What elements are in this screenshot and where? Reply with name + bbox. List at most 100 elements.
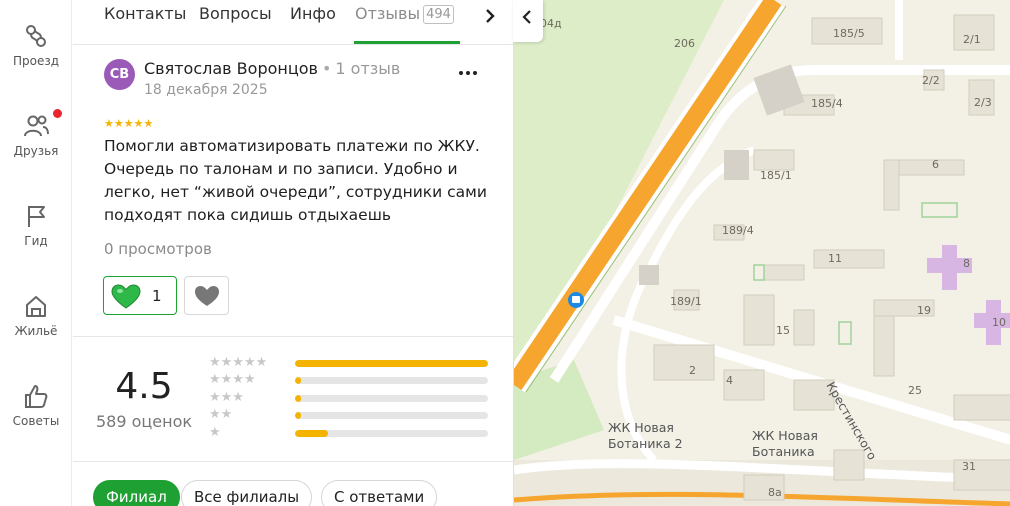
star-icons: ★★★★ — [209, 372, 256, 387]
rail-item-tips[interactable]: Советы — [0, 382, 72, 428]
filter-all-branches-chip[interactable]: Все филиалы — [181, 480, 313, 506]
rail-label: Жильё — [14, 324, 58, 338]
star-icon: ★ — [123, 117, 134, 130]
map-poi-label: ЖК Новая — [752, 428, 818, 443]
like-button[interactable]: 1 — [103, 276, 177, 315]
rating-bar — [295, 412, 488, 419]
rail-item-route[interactable]: Проезд — [0, 22, 72, 68]
map-label: 10 — [992, 316, 1006, 329]
star-icon: ★ — [104, 117, 114, 130]
map-label: 2/1 — [963, 33, 981, 46]
tab-info[interactable]: Инфо — [290, 4, 336, 44]
tab-reviews[interactable]: Отзывы 494 — [355, 4, 454, 44]
rating-bar — [295, 430, 488, 437]
filter-with-answers-chip[interactable]: С ответами — [321, 480, 438, 506]
rail-item-housing[interactable]: Жильё — [0, 292, 72, 338]
review-text: Помогли автоматизировать платежи по ЖКУ.… — [104, 137, 487, 224]
tab-contacts[interactable]: Контакты — [104, 4, 186, 44]
thumbs-up-icon — [25, 385, 48, 408]
review-author[interactable]: Святослав Воронцов • 1 отзыв — [144, 59, 400, 78]
divider — [73, 336, 513, 337]
divider — [73, 461, 513, 462]
rating-bar-fill — [295, 360, 488, 367]
rail-label: Друзья — [13, 144, 59, 158]
heart-icon — [195, 286, 219, 306]
map-label: 2 — [689, 364, 696, 377]
filter-branch-chip[interactable]: Филиал — [93, 480, 180, 506]
rating-value: 4.5 — [115, 366, 173, 407]
tab-bar: Контакты Вопросы Инфо Отзывы 494 — [73, 0, 513, 44]
rating-bar-fill — [295, 430, 328, 437]
avatar[interactable]: СВ — [104, 59, 135, 90]
rating-distribution-row: ★★★★ — [209, 372, 509, 388]
tab-questions[interactable]: Вопросы — [199, 4, 272, 44]
map[interactable]: 185/5 2/1 2/2 2/3 206 04д 185/4 185/1 6 … — [513, 0, 1010, 506]
map-label: 19 — [917, 304, 931, 317]
rating-distribution-row: ★★★★★ — [209, 355, 509, 371]
rating-distribution-row: ★★★ — [209, 390, 509, 406]
reaction-button[interactable] — [184, 276, 229, 315]
star-icon: ★ — [113, 117, 124, 130]
review-stars: ★★★★★ — [104, 117, 153, 130]
rating-bar — [295, 360, 488, 367]
reviews-count-badge: 494 — [423, 5, 454, 24]
map-label: 04д — [540, 17, 562, 30]
home-hand-icon — [26, 296, 46, 317]
map-label: 6 — [932, 158, 939, 171]
map-label: 206 — [674, 37, 695, 50]
map-label: 185/1 — [760, 169, 792, 182]
star-icons: ★★ — [209, 407, 233, 422]
divider — [73, 44, 513, 45]
review-views: 0 просмотров — [104, 240, 212, 258]
friends-icon — [24, 115, 49, 137]
map-label: 11 — [828, 252, 842, 265]
map-label: 189/1 — [670, 295, 702, 308]
map-poi-label: Ботаника — [752, 444, 815, 459]
rail-item-friends[interactable]: Друзья — [0, 109, 72, 158]
tab-reviews-label: Отзывы — [355, 4, 421, 23]
map-poi-label: Ботаника 2 — [608, 436, 683, 451]
map-label: 185/5 — [833, 27, 865, 40]
rating-bar — [295, 377, 488, 384]
map-label: 25 — [908, 384, 922, 397]
rating-distribution-row: ★ — [209, 425, 509, 441]
rail-label: Гид — [24, 234, 48, 248]
review-date: 18 декабря 2025 — [144, 82, 268, 98]
notification-dot — [53, 109, 62, 118]
map-label: 185/4 — [811, 97, 843, 110]
chevron-left-icon — [522, 10, 531, 24]
chevron-right-icon[interactable] — [478, 5, 502, 27]
green-heart-icon — [111, 284, 141, 309]
more-options-icon[interactable] — [457, 64, 479, 82]
map-label: 189/4 — [722, 224, 754, 237]
map-label: 15 — [776, 324, 790, 337]
rating-bar-fill — [295, 412, 301, 419]
map-poi-label: ЖК Новая — [608, 420, 674, 435]
star-icons: ★★★ — [209, 390, 244, 405]
rail-label: Проезд — [12, 54, 60, 68]
rating-bar-fill — [295, 395, 301, 402]
star-icons: ★★★★★ — [209, 355, 268, 370]
map-label: 8 — [963, 257, 970, 270]
map-canvas[interactable]: 185/5 2/1 2/2 2/3 206 04д 185/4 185/1 6 … — [514, 0, 1010, 506]
left-rail: Проезд Друзья Гид Жильё Советы — [0, 0, 72, 506]
rail-item-guide[interactable]: Гид — [0, 202, 72, 248]
rail-label: Советы — [12, 414, 60, 428]
collapse-panel-button[interactable] — [513, 0, 543, 42]
map-label: 2/3 — [974, 96, 992, 109]
route-icon — [26, 25, 46, 47]
rating-distribution-row: ★★ — [209, 407, 509, 423]
star-icons: ★ — [209, 425, 221, 440]
map-label: 4 — [726, 374, 733, 387]
star-icon: ★ — [143, 117, 154, 130]
map-label: 8а — [768, 486, 782, 499]
author-review-count: 1 отзыв — [335, 59, 401, 78]
star-icon: ★ — [133, 117, 144, 130]
separator-dot: • — [321, 59, 332, 78]
rating-bar-fill — [295, 377, 301, 384]
author-name[interactable]: Святослав Воронцов — [144, 59, 318, 78]
org-panel: Контакты Вопросы Инфо Отзывы 494 СВ Свято… — [73, 0, 513, 506]
map-label: 2/2 — [922, 74, 940, 87]
map-label: 31 — [962, 460, 976, 473]
rating-count: 589 оценок — [95, 412, 193, 431]
